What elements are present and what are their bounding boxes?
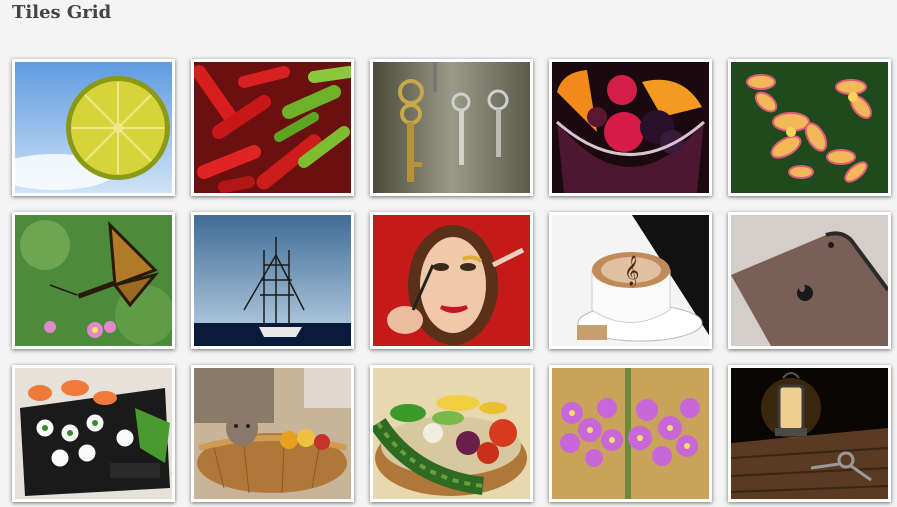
latte-art-image: 𝄞: [552, 215, 709, 346]
lime-slice-image: [15, 62, 172, 193]
hanging-keys-image: [373, 62, 530, 193]
lantern-keys-image: [731, 368, 888, 499]
tile-fruit-bowl[interactable]: [549, 59, 712, 196]
tall-ship-image: [194, 215, 351, 346]
tile-vegetable-basket[interactable]: [370, 365, 533, 502]
page-title: Tiles Grid: [12, 2, 112, 23]
tile-latte-art[interactable]: 𝄞: [549, 212, 712, 349]
plumeria-flowers-image: [731, 62, 888, 193]
primrose-flowers-image: [552, 368, 709, 499]
tile-tall-ship[interactable]: [191, 212, 354, 349]
tile-primrose-flowers[interactable]: [549, 365, 712, 502]
tile-sushi-platter[interactable]: [12, 365, 175, 502]
butterfly-image: [15, 215, 172, 346]
tile-lantern-keys[interactable]: [728, 365, 891, 502]
svg-text:𝄞: 𝄞: [624, 255, 639, 287]
chili-peppers-image: [194, 62, 351, 193]
sushi-platter-image: [15, 368, 172, 499]
tile-smartphone[interactable]: [728, 212, 891, 349]
smartphone-image: [731, 215, 888, 346]
makeup-woman-image: [373, 215, 530, 346]
vegetable-basket-image: [373, 368, 530, 499]
tile-hanging-keys[interactable]: [370, 59, 533, 196]
fruit-bowl-image: [552, 62, 709, 193]
tile-butterfly[interactable]: [12, 212, 175, 349]
tiles-grid: 𝄞: [12, 59, 891, 502]
tile-plumeria-flowers[interactable]: [728, 59, 891, 196]
tile-kitten-basket[interactable]: [191, 365, 354, 502]
tile-chili-peppers[interactable]: [191, 59, 354, 196]
kitten-basket-image: [194, 368, 351, 499]
tile-lime-slice[interactable]: [12, 59, 175, 196]
tile-makeup-woman[interactable]: [370, 212, 533, 349]
